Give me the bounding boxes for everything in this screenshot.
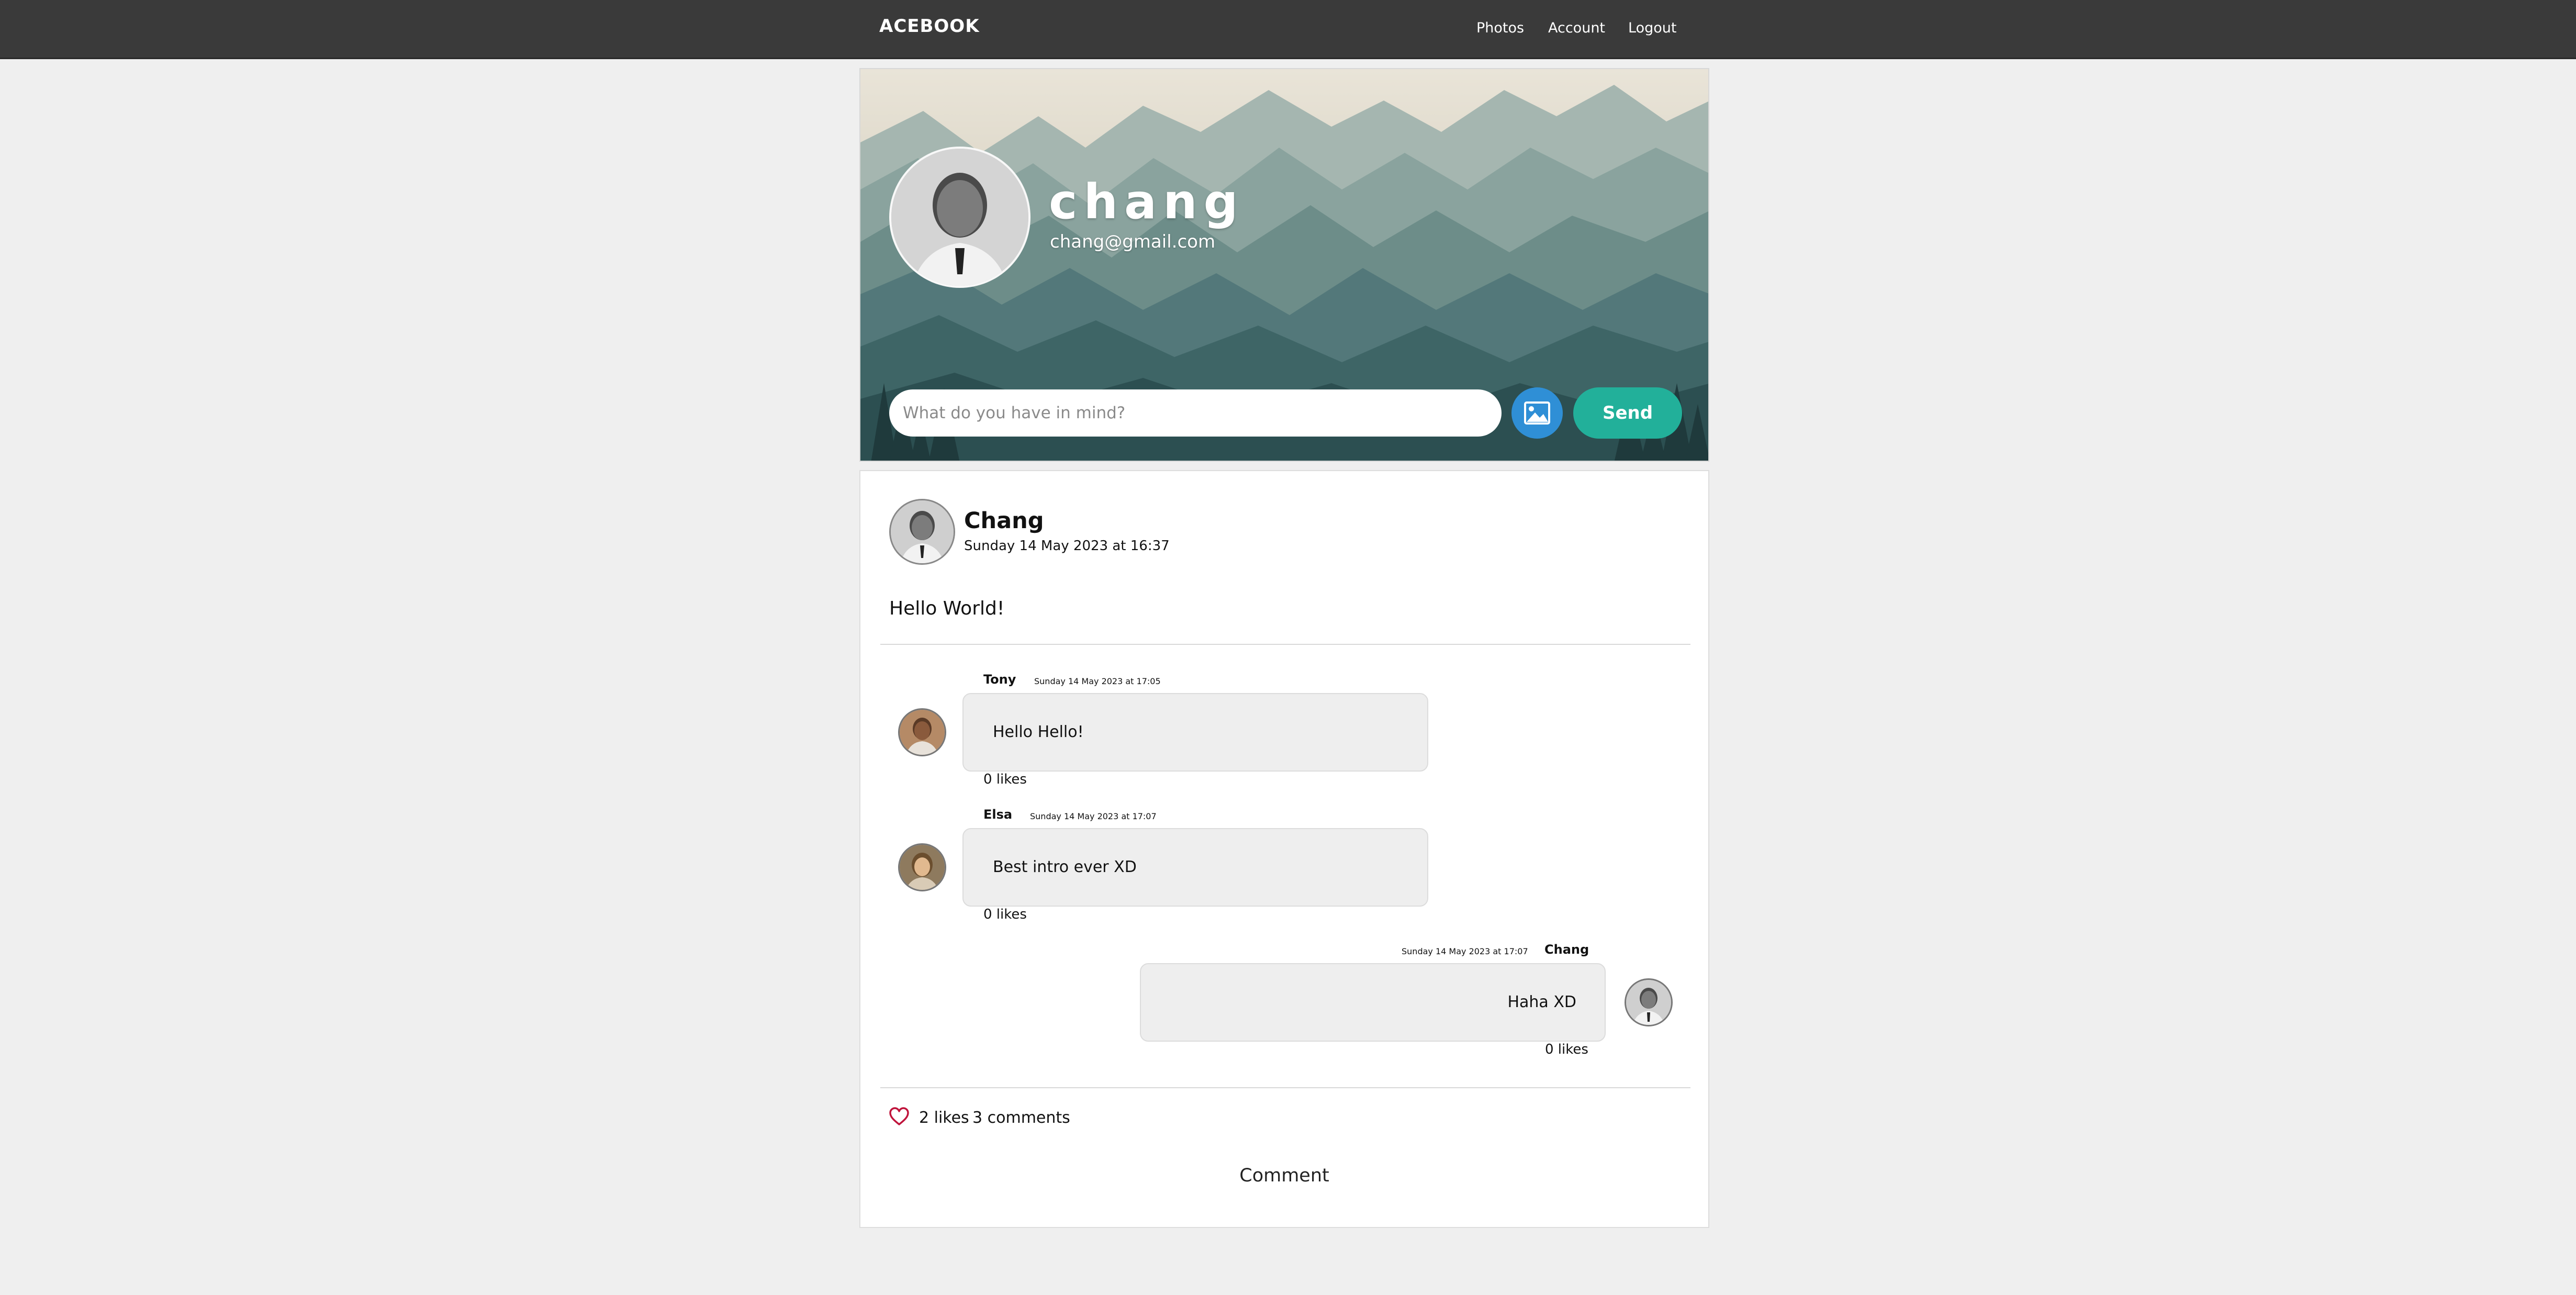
profile-name: chang: [1049, 174, 1245, 230]
person-photo-icon: [1626, 980, 1671, 1025]
heart-icon[interactable]: [889, 1107, 910, 1126]
comment-text: Best intro ever XD: [993, 858, 1137, 876]
profile-header: chang chang@gmail.com Send: [859, 68, 1709, 462]
comment-timestamp: Sunday 14 May 2023 at 17:07: [1402, 946, 1528, 956]
nav-photos-link[interactable]: Photos: [1476, 20, 1524, 36]
comment-author[interactable]: Elsa: [983, 807, 1012, 822]
person-photo-icon: [891, 149, 1028, 286]
divider: [880, 644, 1690, 645]
comment-text: Hello Hello!: [993, 723, 1084, 741]
post-comments-count[interactable]: 3 comments: [972, 1109, 1070, 1127]
post-author-name[interactable]: Chang: [964, 508, 1044, 534]
comment-author[interactable]: Chang: [1544, 942, 1589, 957]
comment-author[interactable]: Tony: [983, 672, 1016, 687]
post-composer-input[interactable]: [889, 389, 1502, 437]
comment-avatar[interactable]: [1625, 978, 1673, 1026]
brand-logo[interactable]: ACEBOOK: [879, 16, 980, 37]
post-author-avatar[interactable]: [889, 499, 955, 565]
comment-bubble: Haha XD: [1140, 963, 1606, 1042]
person-photo-icon: [891, 500, 954, 563]
comment-likes[interactable]: 0 likes: [983, 772, 1027, 787]
comment-text: Haha XD: [1507, 993, 1576, 1011]
profile-email: chang@gmail.com: [1050, 231, 1216, 252]
comment-likes[interactable]: 0 likes: [1545, 1042, 1588, 1057]
image-icon: [1524, 401, 1550, 425]
comment-timestamp: Sunday 14 May 2023 at 17:05: [1034, 676, 1161, 686]
post-likes-count: 2 likes: [919, 1109, 969, 1127]
comment-avatar[interactable]: [898, 843, 946, 891]
nav-account-link[interactable]: Account: [1548, 20, 1605, 36]
post-body: Hello World!: [889, 598, 1005, 619]
divider: [880, 1087, 1690, 1088]
comment-avatar[interactable]: [898, 708, 946, 756]
comment-timestamp: Sunday 14 May 2023 at 17:07: [1030, 811, 1157, 821]
attach-image-button[interactable]: [1511, 387, 1563, 439]
comment-button[interactable]: Comment: [860, 1165, 1708, 1186]
comment-bubble: Hello Hello!: [962, 693, 1428, 772]
person-photo-icon: [900, 710, 945, 755]
post-timestamp: Sunday 14 May 2023 at 16:37: [964, 538, 1170, 554]
comment-likes[interactable]: 0 likes: [983, 907, 1027, 922]
profile-avatar[interactable]: [889, 147, 1031, 288]
send-button[interactable]: Send: [1573, 387, 1682, 439]
nav-logout-link[interactable]: Logout: [1628, 20, 1676, 36]
person-photo-icon: [900, 845, 945, 890]
comment-bubble: Best intro ever XD: [962, 828, 1428, 907]
top-navbar: ACEBOOK Photos Account Logout: [0, 0, 2576, 59]
post-card: Chang Sunday 14 May 2023 at 16:37 Hello …: [859, 470, 1709, 1228]
